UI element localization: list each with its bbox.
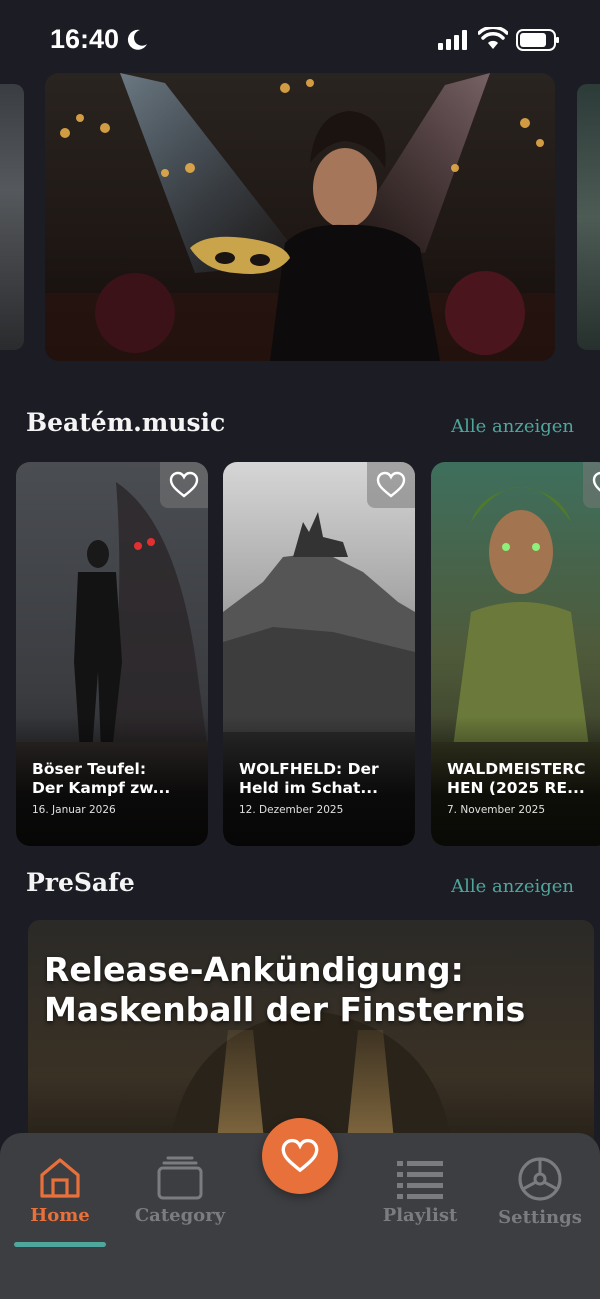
- card-title: Böser Teufel: Der Kampf zw...: [32, 760, 171, 797]
- see-all-link[interactable]: Alle anzeigen: [451, 876, 574, 897]
- favorite-button[interactable]: [583, 462, 600, 508]
- status-bar: 16:40: [0, 0, 600, 72]
- nav-item-category[interactable]: Category: [125, 1155, 235, 1235]
- heart-outline-icon: [592, 471, 600, 492]
- section-title: PreSafe: [26, 868, 135, 897]
- banner-title: Release-Ankündigung: Maskenball der Fins…: [44, 950, 526, 1029]
- hero-image: [45, 73, 555, 361]
- nav-item-settings[interactable]: Settings: [485, 1155, 595, 1235]
- favorite-button[interactable]: [367, 462, 415, 508]
- nav-label-home: Home: [30, 1205, 90, 1226]
- see-all-link[interactable]: Alle anzeigen: [451, 416, 574, 437]
- card-date: 12. Dezember 2025: [239, 804, 344, 816]
- category-icon: [157, 1156, 203, 1200]
- card-title: WOLFHELD: Der Held im Schat...: [239, 760, 379, 797]
- heart-outline-icon: [169, 471, 199, 498]
- heart-icon: [281, 1138, 319, 1173]
- card-date: 16. Januar 2026: [32, 804, 116, 816]
- favorites-fab[interactable]: [262, 1118, 338, 1194]
- hero-slide-previous[interactable]: [0, 84, 24, 350]
- active-tab-indicator: [14, 1242, 106, 1247]
- battery-icon: [516, 29, 559, 51]
- hero-slide[interactable]: [45, 73, 555, 361]
- hero-slide-next[interactable]: [577, 84, 600, 350]
- nav-item-playlist[interactable]: Playlist: [365, 1155, 475, 1235]
- release-card[interactable]: Böser Teufel: Der Kampf zw... 16. Januar…: [16, 462, 208, 846]
- card-title: WALDMEISTERC HEN (2025 RE...: [447, 760, 586, 797]
- release-card[interactable]: WOLFHELD: Der Held im Schat... 12. Dezem…: [223, 462, 415, 846]
- nav-label-category: Category: [134, 1205, 226, 1226]
- card-date: 7. November 2025: [447, 804, 546, 816]
- release-card[interactable]: WALDMEISTERC HEN (2025 RE... 7. November…: [431, 462, 600, 846]
- favorite-button[interactable]: [160, 462, 208, 508]
- nav-item-home[interactable]: Home: [5, 1155, 115, 1235]
- heart-outline-icon: [376, 471, 406, 498]
- signal-icon: [438, 30, 467, 50]
- home-icon: [40, 1158, 80, 1198]
- playlist-icon: [397, 1161, 443, 1199]
- moon-icon: [127, 29, 147, 50]
- section-title: Beatém.music: [26, 408, 226, 437]
- status-time: 16:40: [50, 24, 120, 54]
- wifi-icon: [478, 27, 508, 49]
- settings-icon: [518, 1157, 562, 1201]
- nav-label-playlist: Playlist: [382, 1205, 458, 1226]
- nav-label-settings: Settings: [498, 1207, 582, 1228]
